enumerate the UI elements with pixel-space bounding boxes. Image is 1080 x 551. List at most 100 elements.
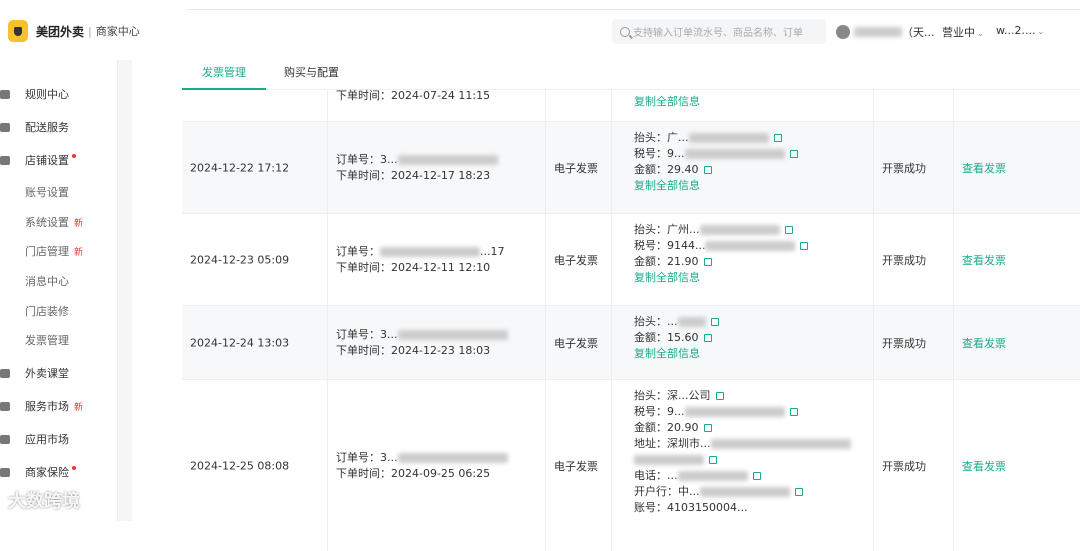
notification-dot [72, 466, 76, 470]
view-invoice-link[interactable]: 查看发票 [962, 160, 1006, 176]
copy-icon[interactable] [703, 258, 712, 266]
account-dropdown[interactable]: w...2.... ⌄ [996, 24, 1044, 37]
sidebar-item-label: 消息中心 [25, 275, 69, 288]
order-cell: 下单时间：2024-07-24 11:15 [328, 89, 546, 121]
sidebar-item-label: 店铺设置 [25, 154, 69, 167]
copy-icon[interactable] [784, 226, 793, 234]
sidebar-item-label: 门店装修 [25, 305, 69, 318]
invoice-date: 2024-12-25 08:08 [190, 459, 290, 472]
sidebar-item-store-settings[interactable]: 店铺设置 [0, 152, 118, 168]
sidebar-item-system-settings[interactable]: 系统设置新 [0, 214, 118, 230]
chevron-down-icon: ⌄ [1037, 27, 1045, 36]
view-invoice-link[interactable]: 查看发票 [962, 458, 1006, 474]
info-cell: 抬头：深...公司 税号：9... 金额：20.90 地址：深圳市... 电话：… [612, 380, 874, 551]
tab-invoice-management[interactable]: 发票管理 [182, 60, 266, 90]
invoice-status: 开票成功 [882, 336, 926, 350]
copy-all-link[interactable]: 复制全部信息 [634, 179, 700, 192]
sidebar-item-store-management[interactable]: 门店管理新 [0, 243, 118, 259]
sidebar-item-rules[interactable]: 规则中心 [0, 86, 118, 102]
chevron-down-icon: ⌄ [977, 29, 984, 38]
sidebar-item-invoice-management[interactable]: 发票管理 [0, 332, 118, 348]
bag-icon [0, 434, 10, 444]
sidebar-item-account-settings[interactable]: 账号设置 [0, 184, 118, 200]
invoice-type: 电子发票 [554, 336, 598, 350]
type-cell: 电子发票 [546, 380, 612, 551]
copy-icon[interactable] [773, 134, 782, 142]
sidebar-item-message-center[interactable]: 消息中心 [0, 273, 118, 289]
table-row: 2024-12-24 13:03 订单号：3... 下单时间：2024-12-2… [182, 306, 1080, 380]
meituan-logo-icon [8, 20, 28, 42]
action-cell: 查看发票 [954, 306, 1080, 379]
date-cell: 2024-12-23 05:09 [182, 214, 328, 305]
copy-icon[interactable] [709, 456, 717, 464]
sidebar-item-delivery[interactable]: 配送服务 [0, 119, 118, 135]
diamond-icon [0, 401, 10, 411]
sidebar: 规则中心 配送服务 店铺设置 账号设置 系统设置新 门店管理新 消息中心 门店装… [0, 60, 118, 521]
new-badge: 新 [74, 402, 84, 413]
date-cell [182, 90, 328, 121]
shield-icon [0, 467, 10, 477]
scooter-icon [0, 122, 10, 132]
invoice-phone: 电话：... [634, 468, 851, 484]
search-input[interactable]: 支持输入订单流水号、商品名称、订单 [612, 19, 826, 44]
business-status-label: 营业中 [942, 26, 975, 39]
copy-all-link[interactable]: 复制全部信息 [634, 95, 700, 108]
sidebar-item-label: 系统设置 [25, 216, 69, 229]
copy-all-link[interactable]: 复制全部信息 [634, 347, 700, 360]
action-cell [954, 90, 1080, 121]
sidebar-item-label: 服务市场 [25, 400, 69, 413]
invoice-amount: 金额：20.90 [634, 420, 851, 436]
sidebar-item-store-decoration[interactable]: 门店装修 [0, 303, 118, 319]
invoice-title: 抬头：深...公司 [634, 388, 851, 404]
info-cell: 抬头：广... 税号：9... 金额：29.40 复制全部信息 [612, 122, 874, 213]
user-menu[interactable]: （天... [836, 24, 935, 40]
copy-icon[interactable] [703, 166, 712, 174]
logo[interactable]: 美团外卖 | 商家中心 [8, 20, 140, 42]
copy-icon[interactable] [789, 150, 798, 158]
search-placeholder: 支持输入订单流水号、商品名称、订单 [633, 28, 803, 39]
table-row: 2024-12-23 05:09 订单号： ...17 下单时间：2024-12-… [182, 214, 1080, 306]
new-badge: 新 [74, 218, 84, 229]
sidebar-item-insurance[interactable]: 商家保险 [0, 464, 118, 480]
copy-icon[interactable] [703, 334, 712, 342]
invoice-amount: 金额：15.60 [634, 330, 719, 346]
business-status-dropdown[interactable]: 营业中 ⌄ [942, 24, 984, 40]
date-cell: 2024-12-24 13:03 [182, 306, 328, 379]
copy-icon[interactable] [710, 318, 719, 326]
tab-purchase-config[interactable]: 购买与配置 [264, 60, 359, 90]
status-cell: 开票成功 [874, 380, 954, 551]
copy-all-link[interactable]: 复制全部信息 [634, 271, 700, 284]
sidebar-item-label: 规则中心 [25, 88, 69, 101]
invoice-address: 地址：深圳市... [634, 436, 851, 452]
copy-icon[interactable] [789, 408, 798, 416]
sidebar-item-label: 应用市场 [25, 433, 69, 446]
invoice-status: 开票成功 [882, 459, 926, 473]
sidebar-item-service-market[interactable]: 服务市场新 [0, 398, 118, 414]
tab-bar: 发票管理 购买与配置 [182, 60, 1080, 90]
view-invoice-link[interactable]: 查看发票 [962, 252, 1006, 268]
status-cell [874, 90, 954, 121]
status-cell: 开票成功 [874, 122, 954, 213]
table-row: 2024-12-22 17:12 订单号：3... 下单时间：2024-12-1… [182, 122, 1080, 214]
sidebar-item-classroom[interactable]: 外卖课堂 [0, 365, 118, 381]
copy-icon[interactable] [794, 488, 803, 496]
invoice-date: 2024-12-23 05:09 [190, 253, 290, 266]
copy-icon[interactable] [703, 424, 712, 432]
copy-icon[interactable] [715, 392, 724, 400]
sidebar-item-label: 发票管理 [25, 334, 69, 347]
invoice-amount: 金额：21.90 [634, 254, 808, 270]
order-cell: 订单号：3... 下单时间：2024-12-17 18:23 [328, 122, 546, 213]
copy-icon[interactable] [752, 472, 761, 480]
invoice-account-no: 账号：4103150004... [634, 501, 748, 514]
order-cell: 订单号： ...17 下单时间：2024-12-11 12:10 [328, 214, 546, 305]
sidebar-item-app-market[interactable]: 应用市场 [0, 431, 118, 447]
action-cell: 查看发票 [954, 380, 1080, 551]
search-icon [620, 26, 630, 37]
invoice-title: 抬头：广... [634, 130, 798, 146]
sidebar-item-label: 账号设置 [25, 186, 69, 199]
view-invoice-link[interactable]: 查看发票 [962, 335, 1006, 351]
info-cell: 复制全部信息 [612, 90, 874, 121]
blurred-username [854, 27, 902, 37]
invoice-title: 抬头：广州... [634, 222, 808, 238]
copy-icon[interactable] [800, 242, 809, 250]
